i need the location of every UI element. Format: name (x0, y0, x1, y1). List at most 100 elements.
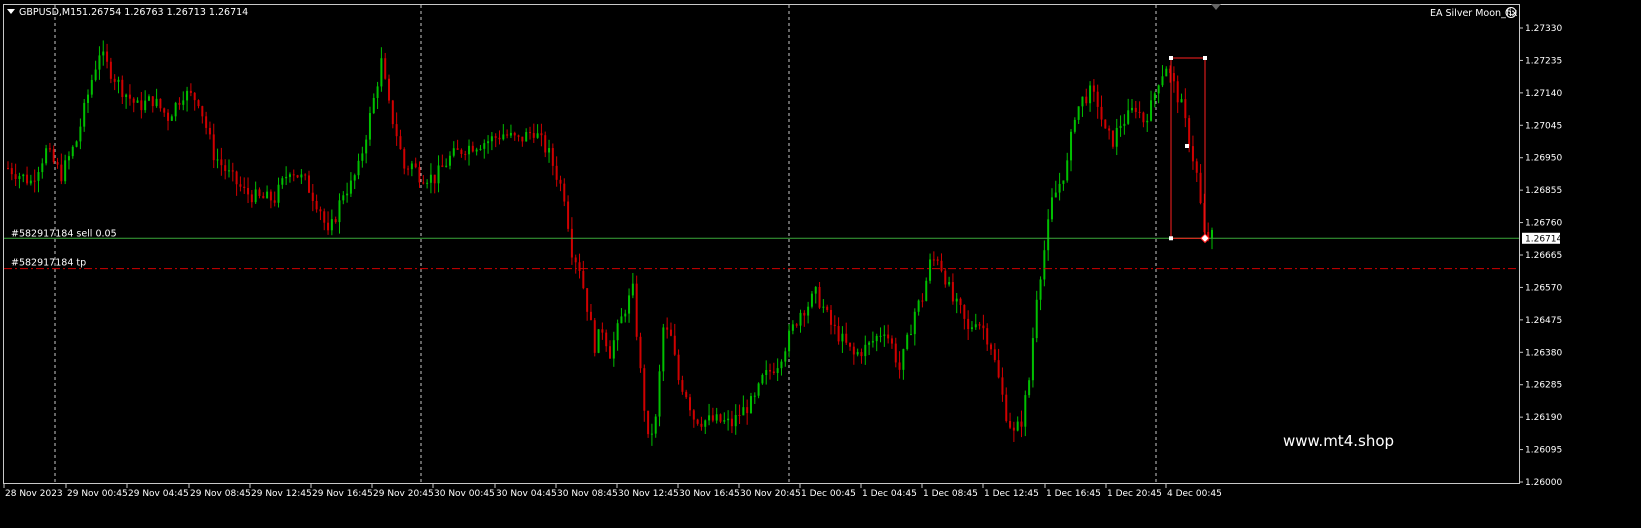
rectangle-outline[interactable] (1170, 57, 1206, 239)
candle-body (349, 180, 352, 194)
candle-body (471, 145, 474, 152)
candle-body (163, 108, 166, 113)
candle-body (1127, 110, 1130, 124)
candle-body (441, 165, 444, 167)
candle-body (448, 155, 451, 166)
candle-body (666, 327, 669, 330)
candle-body (978, 324, 981, 326)
candle-body (757, 383, 760, 396)
candle-body (715, 414, 718, 421)
candle-body (780, 361, 783, 369)
candle-body (186, 90, 189, 101)
candle-body (90, 79, 93, 95)
candle-body (567, 201, 570, 229)
candle-body (1024, 395, 1027, 427)
candle-body (464, 153, 467, 155)
candle-body (33, 180, 36, 182)
candle-body (1199, 172, 1202, 204)
candle-body (258, 189, 261, 196)
candle-body (902, 349, 905, 370)
candle-body (319, 209, 322, 212)
candle-body (79, 126, 82, 142)
candle-body (1123, 123, 1126, 126)
candle-body (388, 78, 391, 101)
time-axis[interactable]: 28 Nov 2023 29 Nov 00:45 29 Nov 04:45 29 No… (3, 483, 1222, 499)
candle-body (151, 96, 154, 107)
candle-body (445, 165, 448, 167)
candle-body (605, 332, 608, 347)
candle-body (658, 371, 661, 417)
candle-body (460, 149, 463, 154)
candle-body (1153, 93, 1156, 101)
candle-body (429, 174, 432, 183)
candle-body (944, 270, 947, 285)
candle-body (1096, 91, 1099, 107)
candle-body (483, 143, 486, 149)
candle-body (635, 283, 638, 337)
candle-body (125, 94, 128, 98)
candle-body (708, 415, 711, 421)
candle-body (936, 259, 939, 261)
candle-body (852, 346, 855, 355)
candle-body (368, 113, 371, 140)
candle-body (60, 164, 63, 182)
rectangle-handle[interactable] (1169, 56, 1173, 60)
candle-body (414, 163, 417, 168)
candle-body (334, 219, 337, 223)
candle-body (959, 298, 962, 305)
candle-body (681, 380, 684, 392)
candle-body (868, 342, 871, 345)
price-tick-label: 1.27045 (1525, 121, 1562, 131)
candle-body (41, 163, 44, 173)
price-tick-label: 1.26855 (1525, 186, 1562, 196)
candle-body (1191, 146, 1194, 162)
rectangle-handle[interactable] (1169, 236, 1173, 241)
candle-body (506, 134, 509, 136)
candle-body (94, 69, 97, 80)
candle-body (292, 174, 295, 176)
candle-body (685, 391, 688, 398)
candle-body (887, 334, 890, 339)
rectangle-handle[interactable] (1203, 56, 1207, 60)
candle-body (300, 174, 303, 178)
candle-body (380, 58, 383, 87)
candle-body (239, 184, 242, 187)
candle-body (532, 133, 535, 138)
candle-body (597, 329, 600, 353)
candle-body (536, 133, 539, 138)
rectangle-handle[interactable] (1185, 144, 1189, 148)
candle-body (1050, 197, 1053, 220)
time-tick-label: 29 Nov 12:45 (251, 489, 312, 499)
candle-body (357, 160, 360, 176)
candle-body (1195, 161, 1198, 173)
candle-body (132, 98, 135, 103)
candle-body (555, 165, 558, 180)
price-axis[interactable]: 1.27330 1.27235 1.27140 1.27045 1.26950 1.268… (1519, 24, 1562, 488)
candle-body (548, 148, 551, 153)
candle-body (296, 175, 299, 178)
candle-body (803, 312, 806, 316)
candle-body (795, 324, 798, 326)
candle-body (468, 145, 471, 155)
time-tick-label: 29 Nov 20:45 (373, 489, 434, 499)
take-profit-label: #582917184 tp (11, 258, 86, 269)
candle-body (833, 324, 836, 327)
scroll-marker-icon[interactable] (1211, 4, 1221, 10)
candle-body (1165, 68, 1168, 77)
price-tick-label: 1.26095 (1525, 446, 1562, 456)
candle-body (418, 167, 421, 183)
candle-body (738, 414, 741, 416)
candle-body (1188, 118, 1191, 147)
candle-body (167, 112, 170, 121)
candle-body (711, 415, 714, 421)
candle-body (201, 106, 204, 117)
candle-body (1104, 119, 1107, 129)
candle-body (71, 146, 74, 157)
candle-body (1070, 131, 1073, 161)
candle-body (1092, 85, 1095, 92)
chart-menu-triangle-icon[interactable] (7, 9, 15, 14)
candle-body (18, 176, 21, 179)
price-chart[interactable]: GBPUSD,M15 1.26754 1.26763 1.26713 1.267… (0, 0, 1641, 528)
candle-body (704, 420, 707, 427)
candle-body (921, 300, 924, 302)
